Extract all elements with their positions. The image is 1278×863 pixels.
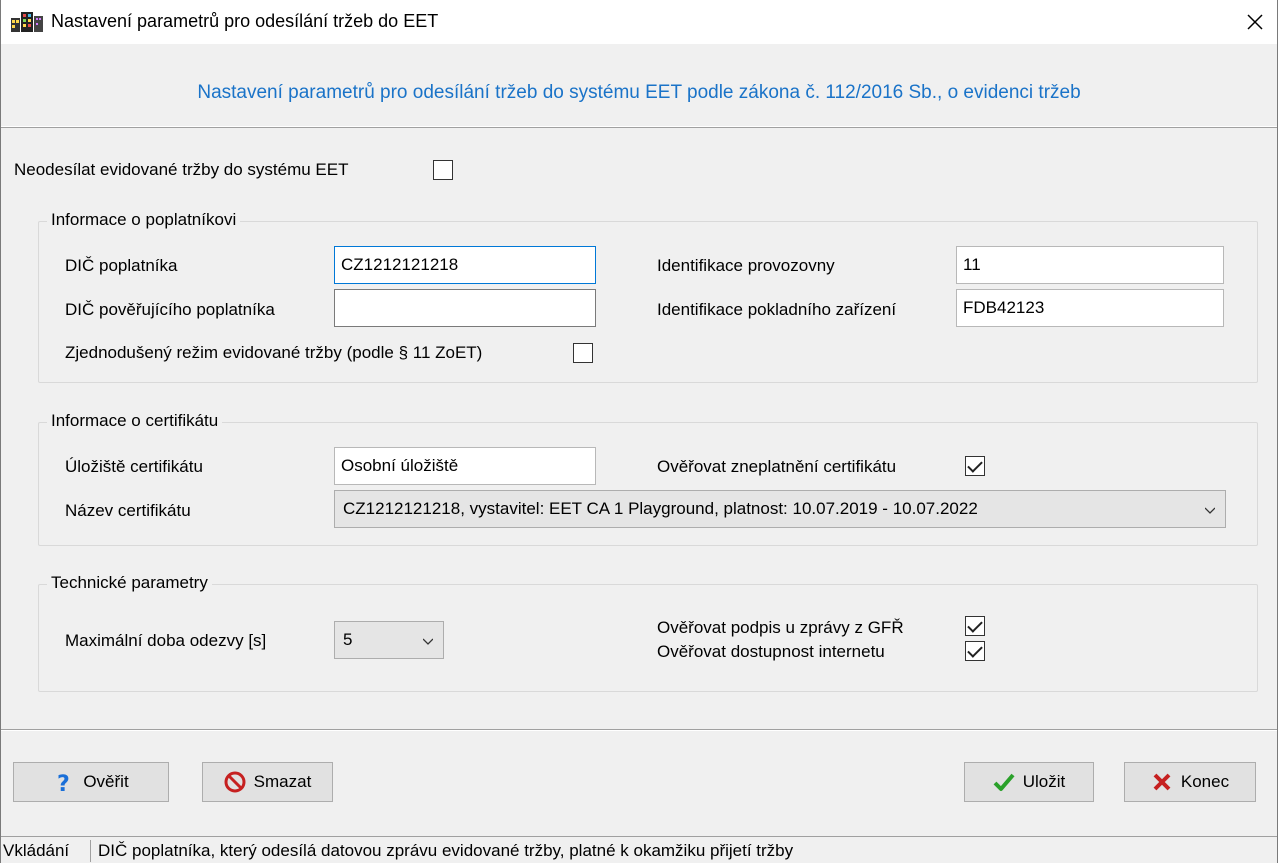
cert-store-input[interactable]: Osobní úložiště <box>334 447 596 485</box>
verify-revocation-checkbox[interactable] <box>965 456 985 476</box>
technical-group: Technické parametry Maximální doba odezv… <box>38 573 1258 692</box>
simplified-mode-checkbox[interactable] <box>573 343 593 363</box>
no-entry-icon <box>224 771 246 793</box>
button-area-divider-highlight <box>1 730 1277 731</box>
checkmark-icon <box>993 773 1015 791</box>
cash-register-label: Identifikace pokladního zařízení <box>657 300 897 319</box>
status-mode: Vkládání <box>3 841 70 860</box>
verify-signature-label: Ověřovat podpis u zprávy z GFŘ <box>657 618 904 637</box>
window-title: Nastavení parametrů pro odesílání tržeb … <box>51 11 439 31</box>
question-icon: ? <box>57 772 70 793</box>
close-button-label: Konec <box>1180 772 1230 791</box>
dic-input[interactable]: CZ1212121218 <box>334 246 596 284</box>
certificate-group: Informace o certifikátu Úložiště certifi… <box>38 411 1258 546</box>
status-hint: DIČ poplatníka, který odesílá datovou zp… <box>98 841 794 860</box>
dic-label: DIČ poplatníka <box>65 256 178 275</box>
cert-store-label: Úložiště certifikátu <box>65 457 203 476</box>
verify-internet-checkbox[interactable] <box>965 641 985 661</box>
cash-register-input[interactable]: FDB42123 <box>956 289 1224 327</box>
status-bar: Vkládání DIČ poplatníka, který odesílá d… <box>1 836 1277 863</box>
dic-authorizing-input[interactable] <box>334 289 596 327</box>
verify-revocation-label: Ověřovat zneplatnění certifikátu <box>657 457 897 476</box>
status-divider <box>90 840 91 862</box>
establishment-input[interactable]: 11 <box>956 246 1224 284</box>
cert-name-value: CZ1212121218, vystavitel: EET CA 1 Playg… <box>343 499 978 518</box>
simplified-mode-label: Zjednodušený režim evidované tržby (podl… <box>65 343 483 362</box>
chevron-down-icon <box>1205 507 1215 514</box>
technical-group-title: Technické parametry <box>47 573 212 593</box>
delete-button[interactable]: Smazat <box>202 762 333 802</box>
taxpayer-group: Informace o poplatníkovi DIČ poplatníka … <box>38 210 1258 383</box>
no-send-checkbox[interactable] <box>433 160 453 180</box>
cert-name-label: Název certifikátu <box>65 501 191 520</box>
taxpayer-group-title: Informace o poplatníkovi <box>47 210 241 230</box>
title-bar: Nastavení parametrů pro odesílání tržeb … <box>1 0 1277 44</box>
svg-text:?: ? <box>57 772 70 793</box>
header-divider <box>1 126 1277 127</box>
delete-button-label: Smazat <box>253 772 312 791</box>
no-send-label: Neodesílat evidované tržby do systému EE… <box>14 160 349 179</box>
timeout-label: Maximální doba odezvy [s] <box>65 631 267 650</box>
verify-button-label: Ověřit <box>83 772 129 791</box>
app-icon <box>11 12 43 32</box>
close-button[interactable]: Konec <box>1124 762 1256 802</box>
dialog-content: Neodesílat evidované tržby do systému EE… <box>1 129 1277 729</box>
verify-button[interactable]: ? Ověřit <box>13 762 169 802</box>
chevron-down-icon <box>423 638 433 645</box>
header-text: Nastavení parametrů pro odesílání tržeb … <box>197 82 1081 103</box>
establishment-label: Identifikace provozovny <box>657 256 835 275</box>
timeout-select[interactable]: 5 <box>334 621 444 659</box>
close-window-icon[interactable] <box>1243 10 1267 34</box>
dialog-header: Nastavení parametrů pro odesílání tržeb … <box>1 44 1277 128</box>
save-button-label: Uložit <box>1022 772 1066 791</box>
dic-authorizing-label: DIČ pověřujícího poplatníka <box>65 300 275 319</box>
timeout-value: 5 <box>343 630 353 649</box>
certificate-group-title: Informace o certifikátu <box>47 411 223 431</box>
dialog-window: Nastavení parametrů pro odesílání tržeb … <box>0 0 1278 863</box>
cert-name-select[interactable]: CZ1212121218, vystavitel: EET CA 1 Playg… <box>334 490 1226 528</box>
cross-icon <box>1153 773 1171 791</box>
verify-internet-label: Ověřovat dostupnost internetu <box>657 642 885 661</box>
save-button[interactable]: Uložit <box>964 762 1094 802</box>
verify-signature-checkbox[interactable] <box>965 616 985 636</box>
